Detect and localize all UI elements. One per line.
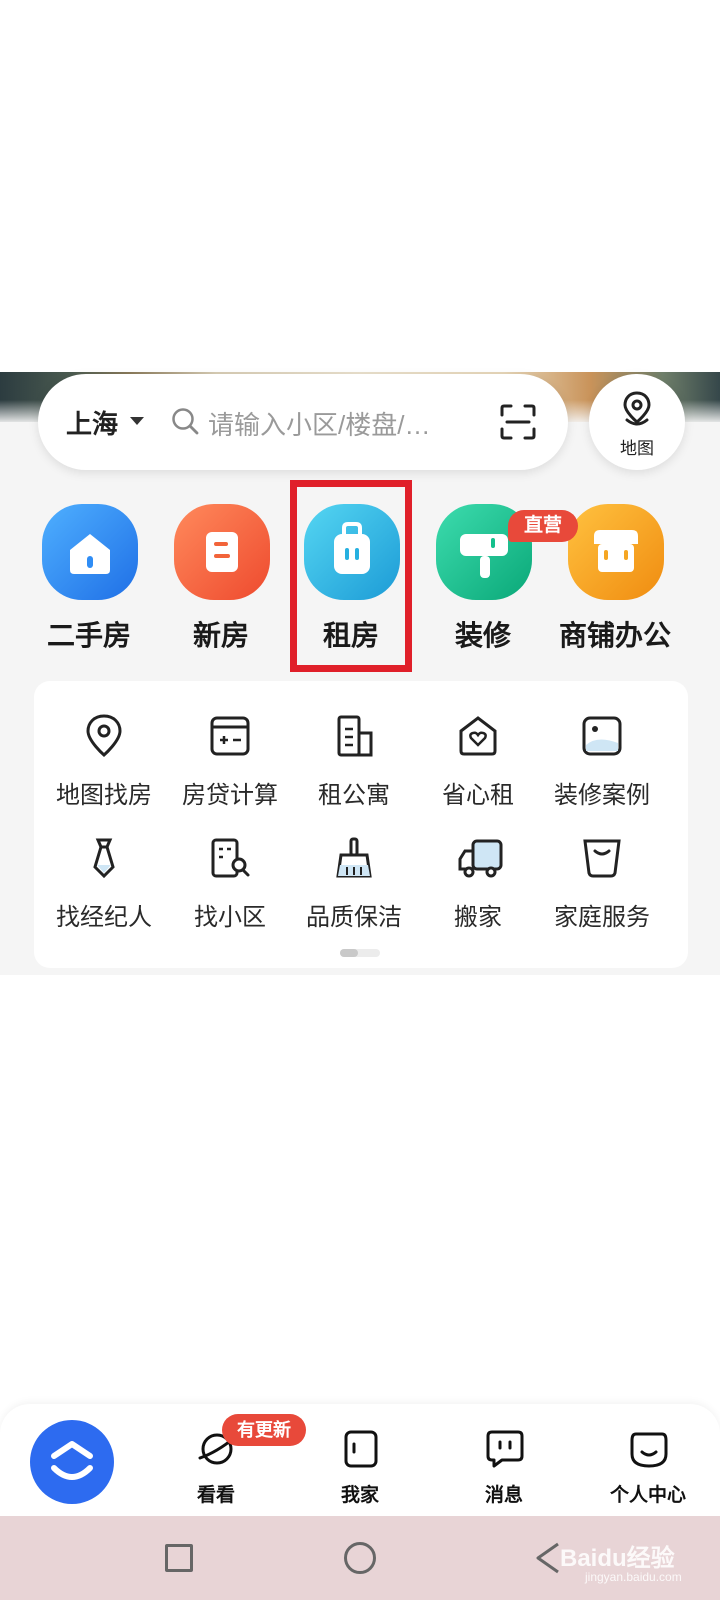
category-label: 二手房: [46, 620, 131, 651]
heart-house-icon: [459, 716, 497, 756]
service-label: 房贷计算: [182, 782, 278, 809]
building-search-icon: [211, 838, 250, 878]
page-indicator: [340, 949, 380, 957]
service-moving[interactable]: 搬家: [414, 835, 542, 945]
category-label: 新房: [192, 620, 249, 651]
gallery-icon: [582, 716, 622, 756]
service-label: 省心租: [442, 782, 514, 809]
map-pin-icon: [86, 714, 122, 757]
search-input[interactable]: 请输入小区/楼盘/…: [208, 405, 458, 442]
service-label: 品质保洁: [306, 904, 402, 931]
service-worry-free-rent[interactable]: 省心租: [414, 713, 542, 823]
service-mortgage[interactable]: 房贷计算: [166, 713, 294, 823]
tab-messages[interactable]: 消息: [444, 1414, 564, 1506]
service-label: 家庭服务: [554, 904, 650, 931]
apartment-icon: [337, 715, 373, 757]
service-label: 租公寓: [318, 782, 390, 809]
back-triangle-icon[interactable]: [532, 1540, 562, 1576]
beike-logo-icon: [51, 1441, 93, 1480]
page-indicator-active: [340, 949, 358, 957]
service-decoration-cases[interactable]: 装修案例: [538, 713, 666, 823]
highlight-box: [290, 480, 412, 672]
search-bar[interactable]: 上海 请输入小区/楼盘/…: [38, 374, 568, 470]
service-label: 找小区: [194, 904, 266, 931]
category-second-hand[interactable]: 二手房: [24, 504, 154, 654]
smile-icon: [630, 1432, 668, 1468]
category-label: 装修: [454, 620, 511, 651]
scan-icon[interactable]: [498, 402, 538, 442]
shop-icon: [568, 504, 664, 600]
calculator-icon: [210, 716, 250, 756]
tab-label: 个人中心: [609, 1485, 686, 1506]
new-house-icon: [174, 504, 270, 600]
truck-icon: [458, 839, 503, 878]
service-label: 搬家: [454, 904, 502, 931]
home-screen: 上海 请输入小区/楼盘/… 地图 二手房 新房 租房 装修 商铺办公 直营 地图…: [0, 372, 720, 975]
service-apartment[interactable]: 租公寓: [290, 713, 418, 823]
service-map-search[interactable]: 地图找房: [40, 713, 168, 823]
service-find-agent[interactable]: 找经纪人: [40, 835, 168, 945]
tie-icon: [93, 838, 115, 879]
service-home-services[interactable]: 家庭服务: [538, 835, 666, 945]
map-label: 地图: [620, 439, 654, 458]
services-grid: 地图找房 房贷计算 租公寓 省心租 装修案例 找经纪人 找小区 品质保洁 搬家 …: [34, 681, 688, 968]
caret-down-icon[interactable]: [130, 417, 144, 425]
map-pin-icon: [623, 391, 651, 426]
broom-icon: [336, 837, 372, 878]
home-tab-button[interactable]: [30, 1420, 114, 1504]
system-navigation-bar: Baidu经验 jingyan.baidu.com: [0, 1516, 720, 1600]
service-find-community[interactable]: 找小区: [166, 835, 294, 945]
category-new-house[interactable]: 新房: [156, 504, 286, 654]
tab-my-home[interactable]: 我家: [300, 1414, 420, 1506]
service-label: 装修案例: [554, 782, 650, 809]
service-label: 地图找房: [56, 782, 152, 809]
home-circle-icon[interactable]: [344, 1542, 376, 1574]
service-label: 找经纪人: [56, 904, 152, 931]
update-badge: 有更新: [222, 1414, 306, 1446]
door-icon: [344, 1430, 378, 1468]
tab-label: 我家: [340, 1485, 379, 1506]
direct-badge: 直营: [508, 510, 578, 542]
tab-label: 看看: [196, 1485, 235, 1506]
city-selector[interactable]: 上海: [66, 404, 118, 441]
watermark-logo: Baidu经验: [560, 1545, 675, 1572]
bottom-tab-bar: 看看 有更新 我家 消息 个人中心: [0, 1404, 720, 1516]
category-label: 商铺办公: [558, 620, 671, 651]
tab-profile[interactable]: 个人中心: [588, 1414, 708, 1506]
map-button[interactable]: 地图: [589, 374, 685, 470]
basket-icon: [583, 839, 621, 878]
search-icon: [172, 408, 199, 435]
watermark-url: jingyan.baidu.com: [585, 1570, 682, 1584]
house-icon: [42, 504, 138, 600]
service-cleaning[interactable]: 品质保洁: [290, 835, 418, 945]
tab-label: 消息: [484, 1485, 523, 1506]
chat-icon: [486, 1430, 524, 1468]
recent-apps-icon[interactable]: [165, 1544, 193, 1572]
